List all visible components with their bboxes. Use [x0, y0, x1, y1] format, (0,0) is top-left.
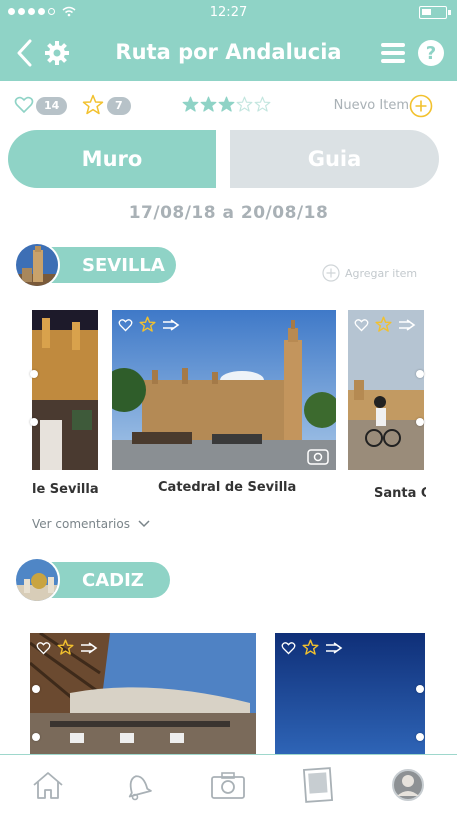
heart-icon[interactable]: [36, 641, 51, 655]
place-card[interactable]: [30, 633, 256, 754]
tab-guia[interactable]: Guia: [230, 130, 439, 188]
star-icon[interactable]: [302, 639, 319, 656]
stars-count-badge: 7: [107, 97, 131, 115]
place-photo: [32, 310, 98, 470]
menu-button[interactable]: [376, 36, 410, 70]
question-icon: ?: [418, 40, 444, 66]
carousel-handle: [30, 370, 38, 378]
city-avatar-sevilla: [14, 242, 60, 288]
place-label: Santa C: [374, 486, 426, 501]
city-avatar-cadiz: [14, 557, 60, 603]
place-card[interactable]: [32, 310, 98, 470]
heart-icon[interactable]: [281, 641, 296, 655]
profile-icon: [392, 769, 424, 801]
carousel-prev-button[interactable]: [14, 690, 28, 746]
city-name: SEVILLA: [82, 254, 165, 276]
share-arrow-icon[interactable]: [325, 641, 343, 654]
rating-star-icon[interactable]: [200, 96, 217, 113]
tab-muro[interactable]: Muro: [8, 130, 216, 188]
city-name: CADIZ: [82, 569, 144, 591]
card-actions: [36, 639, 98, 656]
status-bar: 12:27: [0, 0, 457, 26]
rating-star-icon[interactable]: [254, 96, 271, 113]
share-arrow-icon[interactable]: [162, 318, 180, 331]
bottom-nav: [0, 754, 457, 814]
battery-icon: [419, 6, 451, 19]
carousel-handle: [32, 733, 40, 741]
status-time: 12:27: [209, 5, 248, 20]
nav-profile[interactable]: [386, 763, 430, 807]
carousel-handle: [416, 418, 424, 426]
carousel-handle: [416, 733, 424, 741]
home-icon: [33, 772, 63, 799]
view-comments-button[interactable]: Ver comentarios: [32, 517, 150, 531]
star-icon[interactable]: [375, 316, 392, 333]
carousel-prev-button[interactable]: [14, 376, 28, 432]
svg-text:?: ?: [426, 43, 436, 64]
rating-star-icon[interactable]: [182, 96, 199, 113]
star-icon[interactable]: [82, 94, 104, 116]
chevron-left-icon: [15, 699, 27, 737]
place-photo: [348, 310, 424, 470]
bell-icon: [128, 775, 152, 801]
trip-dates: 17/08/18 a 20/08/18: [128, 203, 329, 223]
card-actions: [354, 316, 416, 333]
place-card[interactable]: [348, 310, 424, 470]
heart-icon[interactable]: [14, 95, 34, 115]
likes-count-badge: 14: [36, 97, 68, 115]
share-arrow-icon[interactable]: [80, 641, 98, 654]
view-comments-label: Ver comentarios: [32, 517, 130, 531]
help-button[interactable]: ?: [414, 36, 448, 70]
rating-star-icon[interactable]: [218, 96, 235, 113]
nav-home[interactable]: [26, 763, 70, 807]
place-photo: [112, 310, 336, 470]
star-icon[interactable]: [139, 316, 156, 333]
heart-icon[interactable]: [354, 318, 369, 332]
chevron-right-icon: [429, 385, 441, 423]
place-label: le Sevilla: [32, 482, 99, 497]
chevron-right-icon: [429, 699, 441, 737]
heart-icon[interactable]: [118, 318, 133, 332]
carousel-handle: [416, 685, 424, 693]
carousel-next-button[interactable]: [428, 690, 442, 746]
card-actions: [281, 639, 343, 656]
nav-gallery[interactable]: [296, 763, 340, 807]
new-item-label[interactable]: Nuevo Item: [334, 98, 409, 113]
nav-notifications[interactable]: [116, 763, 160, 807]
camera-icon: [211, 772, 245, 799]
stats-row: 14 7 Nuevo Item: [0, 92, 457, 120]
chevron-left-icon: [15, 385, 27, 423]
star-icon[interactable]: [57, 639, 74, 656]
photo-icon: [302, 767, 334, 803]
share-arrow-icon[interactable]: [398, 318, 416, 331]
hamburger-icon: [381, 43, 405, 63]
carousel-handle: [416, 370, 424, 378]
place-card[interactable]: [112, 310, 336, 470]
place-label: Catedral de Sevilla: [158, 480, 297, 495]
rating-stars[interactable]: [182, 96, 271, 113]
card-actions: [118, 316, 180, 333]
add-item-button[interactable]: Agregar item: [322, 264, 417, 282]
chevron-down-icon: [138, 520, 150, 528]
add-item-label: Agregar item: [345, 266, 418, 280]
carousel-handle: [30, 418, 38, 426]
nav-camera[interactable]: [206, 763, 250, 807]
carousel-handle: [32, 685, 40, 693]
add-circle-icon: [322, 264, 340, 282]
place-card[interactable]: [275, 633, 425, 754]
app-header: Ruta por Andalucia ?: [0, 26, 457, 81]
carousel-next-button[interactable]: [428, 376, 442, 432]
rating-star-icon[interactable]: [236, 96, 253, 113]
add-circle-icon[interactable]: [409, 94, 433, 118]
